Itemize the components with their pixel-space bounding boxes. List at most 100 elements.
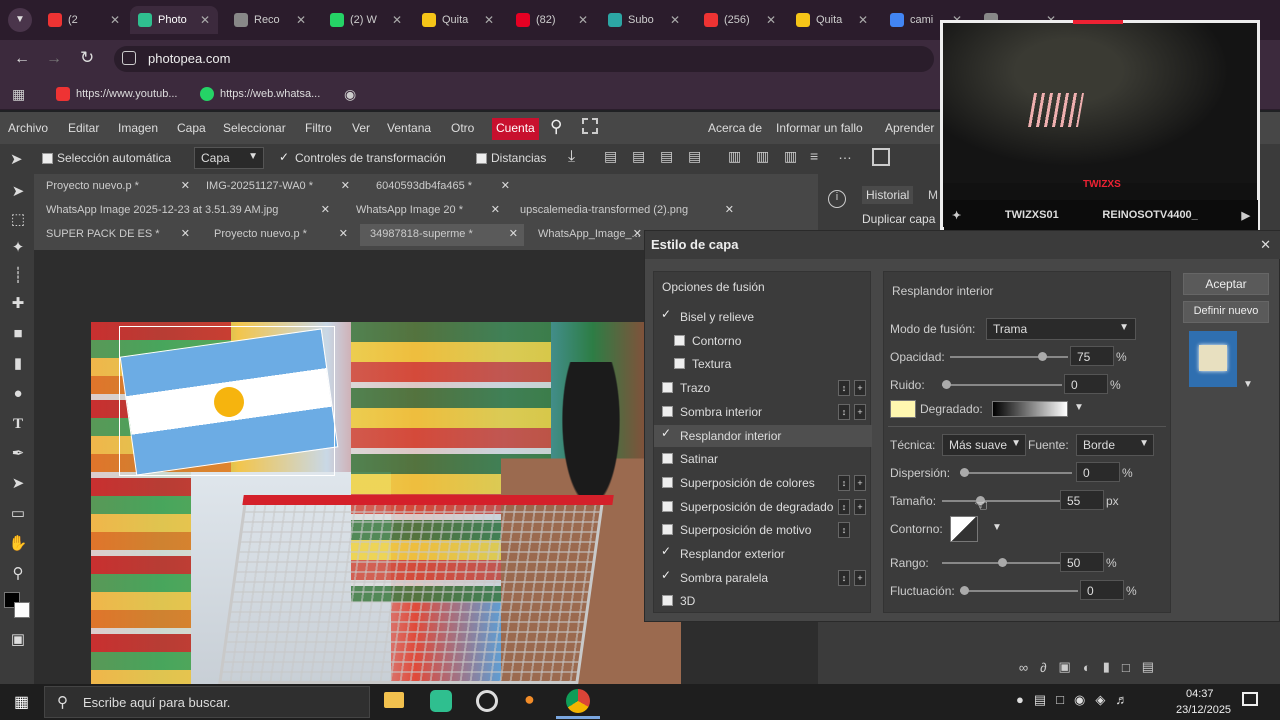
move-tool-icon[interactable]: ➤ (10, 150, 23, 168)
document-tab[interactable]: Proyecto nuevo.p * ✕ (204, 224, 354, 246)
contour-preview[interactable] (950, 516, 978, 542)
effect-row[interactable]: Textura (654, 353, 872, 375)
close-icon[interactable]: ✕ (501, 179, 510, 192)
clock-date[interactable]: 23/12/2025 (1176, 704, 1231, 716)
distribute-space-icon[interactable]: ≡ (810, 148, 818, 164)
notifications-icon[interactable] (1242, 692, 1258, 706)
effect-row[interactable]: Satinar (654, 448, 872, 470)
add-instance-button[interactable]: + (854, 403, 866, 420)
noise-input[interactable]: 0 (1064, 374, 1108, 394)
close-icon[interactable]: ✕ (341, 179, 350, 192)
close-icon[interactable]: ✕ (491, 203, 500, 216)
noise-slider[interactable] (942, 380, 1062, 389)
effect-checkbox[interactable] (662, 524, 673, 536)
bookmark-youtube[interactable]: https://www.youtub... (56, 87, 178, 101)
info-icon[interactable]: i (828, 190, 846, 208)
close-icon[interactable]: ✕ (725, 203, 734, 216)
close-icon[interactable]: ✕ (181, 227, 190, 240)
tab-search-button[interactable]: ▼ (8, 8, 32, 32)
mask-icon[interactable]: ▣ (1059, 659, 1071, 675)
checkmark-icon[interactable]: ✓ (661, 307, 671, 321)
add-instance-button[interactable]: + (854, 569, 866, 586)
effect-row[interactable]: Superposición de degradado ↕ + (654, 496, 872, 518)
menu-learn[interactable]: Aprender (885, 121, 934, 135)
contour-dropdown-icon[interactable]: ▼ (992, 522, 1002, 533)
menu-ventana[interactable]: Ventana (387, 121, 431, 135)
forward-icon[interactable]: → (46, 50, 62, 68)
technique-select[interactable]: Más suave ▼ (942, 434, 1026, 456)
effect-row[interactable]: Superposición de motivo ↕ (654, 519, 872, 541)
fullscreen-icon[interactable] (582, 118, 598, 134)
menu-seleccionar[interactable]: Seleccionar (223, 121, 286, 135)
close-tab-icon[interactable]: ✕ (392, 13, 402, 27)
effect-row[interactable]: ✓ Resplandor exterior (654, 543, 872, 565)
reorder-icon[interactable]: ↕ (838, 498, 850, 515)
range-slider[interactable] (942, 558, 1062, 567)
effect-row[interactable]: 3D (654, 590, 872, 612)
new-layer-icon[interactable]: □ (1122, 660, 1130, 675)
align-left-icon[interactable]: ▤ (688, 148, 701, 165)
document-tab[interactable]: Proyecto nuevo.p * ✕ (36, 176, 196, 198)
fx-icon[interactable]: ∂ (1040, 660, 1046, 675)
shield-icon[interactable]: ◈ (1095, 692, 1105, 708)
history-item[interactable]: Duplicar capa (862, 212, 935, 226)
eraser-tool[interactable]: ▮ (8, 354, 28, 374)
size-input[interactable]: 55 (1060, 490, 1104, 510)
url-field[interactable]: photopea.com (114, 46, 934, 72)
accept-button[interactable]: Aceptar (1183, 273, 1269, 295)
document-tab[interactable]: 34987818-superme * ✕ (360, 224, 524, 246)
chrome-icon[interactable] (566, 689, 590, 713)
bookmark-whatsapp[interactable]: https://web.whatsa... (200, 87, 320, 101)
link-icon[interactable]: ∞ (1019, 660, 1028, 675)
effect-checkbox[interactable] (662, 500, 673, 512)
preview-dropdown-icon[interactable]: ▼ (1243, 379, 1253, 390)
zoom-icon[interactable]: ⚲ (8, 564, 28, 584)
menu-imagen[interactable]: Imagen (118, 121, 158, 135)
microphone-icon[interactable]: ● (524, 689, 535, 710)
background-color-swatch[interactable] (14, 602, 30, 618)
source-select[interactable]: Borde ▼ (1076, 434, 1154, 456)
close-tab-icon[interactable]: ✕ (484, 13, 494, 27)
back-icon[interactable]: ← (14, 50, 30, 68)
size-slider[interactable] (942, 496, 1062, 505)
noise-knob[interactable] (942, 380, 951, 389)
magic-wand-tool[interactable]: ✦ (8, 238, 28, 258)
align-top-icon[interactable]: ▤ (604, 148, 617, 165)
menu-filtro[interactable]: Filtro (305, 121, 332, 135)
volume-icon[interactable]: ♬ (1115, 692, 1128, 708)
file-explorer-icon[interactable] (384, 692, 404, 708)
close-icon[interactable]: ✕ (181, 179, 190, 192)
effect-checkbox[interactable] (674, 358, 685, 370)
healing-tool[interactable]: ✚ (8, 294, 28, 314)
layer-select[interactable]: Capa ▼ (194, 147, 264, 169)
transform-box[interactable] (119, 326, 335, 476)
distribute-h-icon[interactable]: ▥ (756, 148, 769, 165)
document-tab[interactable]: 6040593db4fa465 * ✕ (366, 176, 516, 198)
browser-tab[interactable]: Quita ✕ (414, 6, 502, 34)
reorder-icon[interactable]: ↕ (838, 380, 850, 397)
folder-icon[interactable]: ▮ (1103, 659, 1110, 675)
add-instance-button[interactable]: + (854, 498, 866, 515)
close-tab-icon[interactable]: ✕ (670, 13, 680, 27)
adjustment-icon[interactable]: ◐ (1083, 660, 1091, 675)
close-tab-icon[interactable]: ✕ (110, 13, 120, 27)
document-tab[interactable]: WhatsApp Image 2025-12-23 at 3.51.39 AM.… (36, 200, 336, 222)
browser-tab[interactable]: Quita ✕ (788, 6, 876, 34)
menu-archivo[interactable]: Archivo (8, 121, 48, 135)
document-tab[interactable]: WhatsApp_Image_... ✕ (528, 224, 648, 246)
checkmark-icon[interactable]: ✓ (661, 568, 671, 582)
distribute-v-icon[interactable]: ▥ (784, 148, 797, 165)
blend-mode-select[interactable]: Trama ▼ (986, 318, 1136, 340)
mic-tray-icon[interactable]: ● (1016, 692, 1024, 708)
checkmark-icon[interactable]: ✓ (661, 544, 671, 558)
opacity-slider[interactable] (950, 352, 1068, 361)
reorder-icon[interactable]: ↕ (838, 569, 850, 586)
search-icon[interactable]: ⚲ (550, 117, 562, 137)
align-bottom-icon[interactable]: ▤ (660, 148, 673, 165)
browser-tab[interactable]: (2) W ✕ (322, 6, 410, 34)
align-middle-icon[interactable]: ▤ (632, 148, 645, 165)
range-knob[interactable] (998, 558, 1007, 567)
close-icon[interactable]: ✕ (633, 227, 642, 240)
choke-knob[interactable] (960, 468, 969, 477)
new-style-button[interactable]: Definir nuevo (1183, 301, 1269, 323)
